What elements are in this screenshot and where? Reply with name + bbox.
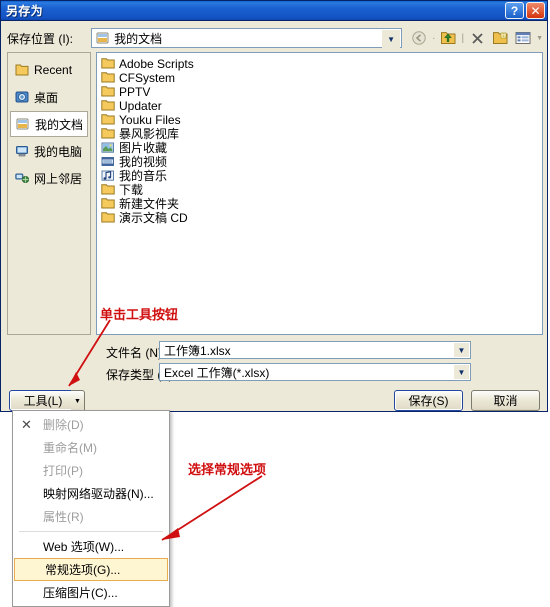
- folder-icon: [101, 198, 115, 210]
- list-item[interactable]: CFSystem: [101, 71, 542, 85]
- menu-item-label: 压缩图片(C)...: [43, 586, 118, 600]
- menu-item-label: 映射网络驱动器(N)...: [43, 487, 154, 501]
- file-type-value: Excel 工作簿(*.xlsx): [164, 365, 270, 380]
- list-item[interactable]: Updater: [101, 99, 542, 113]
- file-name: 新建文件夹: [119, 197, 180, 211]
- folder-icon: [101, 100, 115, 112]
- file-type-select[interactable]: Excel 工作簿(*.xlsx) ▼: [159, 363, 471, 381]
- chevron-down-icon[interactable]: ▼: [382, 30, 401, 48]
- toolbar-separator: ·: [432, 32, 436, 44]
- sidebar-item-label: Recent: [34, 63, 73, 77]
- sidebar-item-my-computer[interactable]: 我的电脑: [10, 138, 88, 164]
- menu-item-label: 重命名(M): [43, 441, 97, 455]
- list-item[interactable]: 演示文稿 CD: [101, 211, 542, 225]
- help-button[interactable]: ?: [505, 2, 524, 19]
- network-places-icon: [15, 172, 30, 184]
- file-name-value: 工作簿1.xlsx: [164, 343, 231, 358]
- toolbar-separator-2: |: [461, 32, 465, 44]
- file-name: PPTV: [119, 85, 151, 99]
- list-item[interactable]: 图片收藏: [101, 141, 542, 155]
- menu-item-delete[interactable]: ✕ 删除(D): [13, 413, 169, 436]
- file-name: 下载: [119, 183, 144, 197]
- menu-item-label: 删除(D): [43, 418, 84, 432]
- file-name: Youku Files: [119, 113, 181, 127]
- annotation-arrow-1: [68, 319, 111, 387]
- list-item[interactable]: Youku Files: [101, 113, 542, 127]
- close-button[interactable]: ✕: [526, 2, 545, 19]
- my-documents-icon: [16, 118, 30, 130]
- my-computer-icon: [15, 145, 29, 157]
- sidebar-item-network-places[interactable]: 网上邻居: [10, 165, 88, 191]
- sidebar-item-label: 网上邻居: [34, 171, 83, 186]
- desktop-icon: [15, 91, 29, 103]
- title-bar: 另存为 ? ✕: [1, 1, 547, 21]
- up-folder-icon[interactable]: [438, 29, 458, 47]
- sidebar-item-label: 桌面: [34, 90, 59, 105]
- menu-item-label: 属性(R): [43, 510, 84, 524]
- menu-item-label: 常规选项(G)...: [45, 563, 121, 577]
- look-in-row: 保存位置 (I): 我的文档 ▼ · | ▼: [7, 27, 543, 49]
- list-item[interactable]: PPTV: [101, 85, 542, 99]
- chevron-down-icon[interactable]: ▼: [454, 365, 469, 379]
- video-folder-icon: [101, 156, 115, 168]
- recent-folder-icon: [15, 64, 29, 76]
- sidebar-item-desktop[interactable]: 桌面: [10, 84, 88, 110]
- file-name: 我的音乐: [119, 169, 168, 183]
- file-name: 图片收藏: [119, 141, 168, 155]
- folder-icon: [101, 114, 115, 126]
- file-name: Updater: [119, 99, 162, 113]
- folder-icon: [101, 212, 115, 224]
- folder-icon: [101, 58, 115, 70]
- file-name: 我的视频: [119, 155, 168, 169]
- sidebar-item-my-documents[interactable]: 我的文档: [10, 111, 88, 137]
- save-button[interactable]: 保存(S): [394, 390, 463, 411]
- my-documents-icon: [96, 32, 110, 44]
- sidebar-item-recent[interactable]: Recent: [10, 57, 88, 83]
- folder-icon: [101, 184, 115, 196]
- file-name: CFSystem: [119, 71, 176, 85]
- pictures-folder-icon: [101, 142, 115, 154]
- folder-icon: [101, 72, 115, 84]
- views-dropdown-arrow[interactable]: ▼: [536, 35, 543, 42]
- views-icon[interactable]: [513, 29, 533, 47]
- back-icon[interactable]: [409, 29, 429, 47]
- delete-icon[interactable]: [467, 29, 487, 47]
- list-item[interactable]: 我的音乐: [101, 169, 542, 183]
- cancel-button[interactable]: 取消: [471, 390, 540, 411]
- list-item[interactable]: 暴风影视库: [101, 127, 542, 141]
- annotation-arrow-2: [161, 475, 263, 541]
- new-folder-icon[interactable]: [490, 29, 510, 47]
- list-item[interactable]: Adobe Scripts: [101, 57, 542, 71]
- file-list[interactable]: Adobe Scripts CFSystem PPTV Updater Youk…: [96, 52, 543, 335]
- list-item[interactable]: 下载: [101, 183, 542, 197]
- look-in-combobox[interactable]: 我的文档 ▼: [91, 28, 403, 48]
- look-in-value: 我的文档: [114, 31, 163, 46]
- menu-item-label: Web 选项(W)...: [43, 540, 125, 554]
- folder-icon: [101, 128, 115, 140]
- file-name: Adobe Scripts: [119, 57, 194, 71]
- file-name-input[interactable]: 工作簿1.xlsx ▼: [159, 341, 471, 359]
- chevron-down-icon[interactable]: ▼: [454, 343, 469, 357]
- folder-icon: [101, 86, 115, 98]
- file-name: 演示文稿 CD: [119, 211, 188, 225]
- close-icon: ✕: [21, 417, 32, 432]
- list-item[interactable]: 我的视频: [101, 155, 542, 169]
- places-bar: Recent 桌面 我的文档 我的电脑 网上邻居: [7, 52, 91, 335]
- page-title: 另存为: [6, 4, 43, 18]
- menu-item-rename[interactable]: 重命名(M): [13, 436, 169, 459]
- sidebar-item-label: 我的文档: [35, 117, 84, 132]
- file-name: 暴风影视库: [119, 127, 180, 141]
- menu-item-label: 打印(P): [43, 464, 83, 478]
- menu-item-general-options[interactable]: 常规选项(G)...: [14, 558, 168, 581]
- list-item[interactable]: 新建文件夹: [101, 197, 542, 211]
- menu-item-compress-pictures[interactable]: 压缩图片(C)...: [13, 581, 169, 604]
- music-folder-icon: [101, 170, 115, 182]
- look-in-label: 保存位置 (I):: [7, 31, 73, 46]
- sidebar-item-label: 我的电脑: [34, 144, 83, 159]
- dialog-toolbar: · | ▼: [409, 29, 543, 47]
